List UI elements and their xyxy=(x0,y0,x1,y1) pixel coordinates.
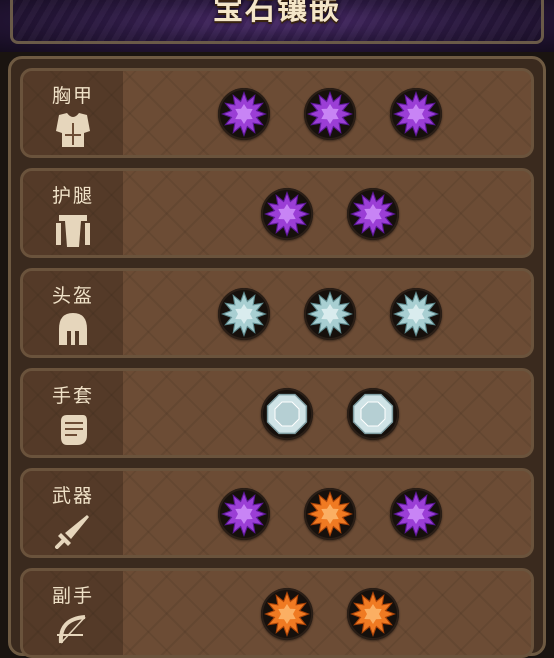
orange-star-gem-icon[interactable] xyxy=(304,488,356,540)
equipment-row-legs[interactable]: 护腿 xyxy=(20,168,534,258)
equipment-row-chest[interactable]: 胸甲 xyxy=(20,68,534,158)
purple-star-gem-icon[interactable] xyxy=(218,488,270,540)
slot-label: 手套 xyxy=(51,385,94,407)
helmet-icon xyxy=(59,313,87,345)
orange-star-gem-icon[interactable] xyxy=(347,588,399,640)
page-header: 宝石镶嵌 xyxy=(0,0,554,52)
equipment-row-offhand[interactable]: 副手 xyxy=(20,568,534,658)
page-title: 宝石镶嵌 xyxy=(213,0,341,27)
leg-armor-icon xyxy=(56,215,90,247)
silver-octagon-gem-icon[interactable] xyxy=(347,388,399,440)
glove-icon xyxy=(61,415,87,445)
sword-icon xyxy=(55,515,89,549)
slot-label: 胸甲 xyxy=(51,85,94,107)
slot-label: 护腿 xyxy=(51,185,94,207)
teal-star-gem-icon[interactable] xyxy=(390,288,442,340)
purple-star-gem-icon[interactable] xyxy=(304,88,356,140)
equipment-row-helmet[interactable]: 头盔 xyxy=(20,268,534,358)
orange-star-gem-icon[interactable] xyxy=(261,588,313,640)
equipment-row-weapon[interactable]: 武器 xyxy=(20,468,534,558)
purple-star-gem-icon[interactable] xyxy=(218,88,270,140)
slot-label: 武器 xyxy=(51,485,94,507)
silver-octagon-gem-icon[interactable] xyxy=(261,388,313,440)
slot-label: 副手 xyxy=(51,585,94,607)
chest-armor-icon xyxy=(56,113,90,147)
purple-star-gem-icon[interactable] xyxy=(390,488,442,540)
teal-star-gem-icon[interactable] xyxy=(218,288,270,340)
purple-star-gem-icon[interactable] xyxy=(390,88,442,140)
purple-star-gem-icon[interactable] xyxy=(261,188,313,240)
purple-star-gem-icon[interactable] xyxy=(347,188,399,240)
bow-icon xyxy=(57,615,86,644)
slot-label: 头盔 xyxy=(51,285,94,307)
teal-star-gem-icon[interactable] xyxy=(304,288,356,340)
equipment-row-gloves[interactable]: 手套 xyxy=(20,368,534,458)
